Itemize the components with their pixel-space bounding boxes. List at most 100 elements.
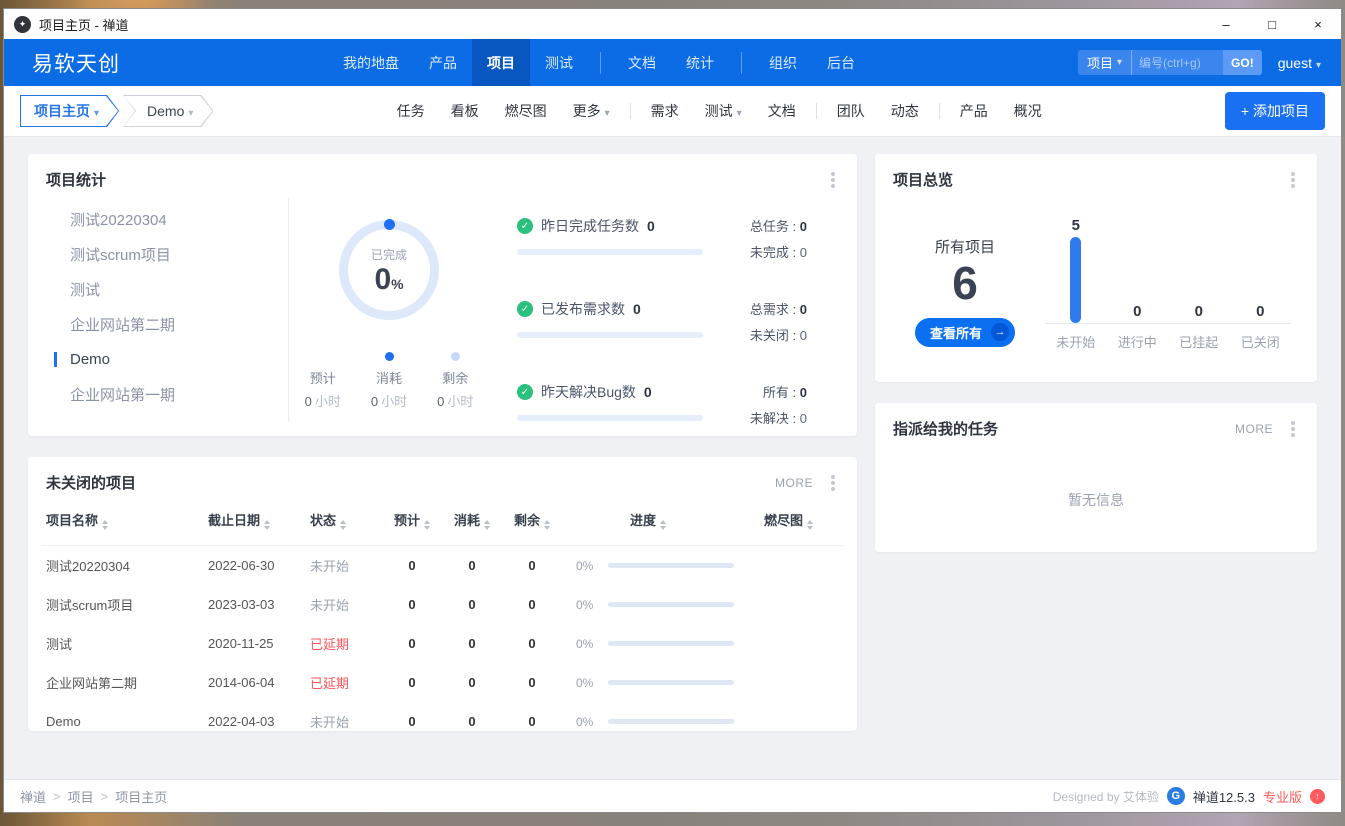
column-header[interactable]: 燃尽图 bbox=[734, 501, 843, 546]
main-menu-item[interactable]: 项目 bbox=[472, 39, 530, 86]
project-tab[interactable]: 看板 bbox=[438, 101, 492, 121]
project-list-item[interactable]: 测试 bbox=[42, 272, 288, 307]
table-row[interactable]: 测试scrum项目 2023-03-03 未开始 0 0 0 0% bbox=[42, 585, 843, 624]
table-row[interactable]: Demo 2022-04-03 未开始 0 0 0 0% bbox=[42, 702, 843, 741]
cell-project-name[interactable]: 企业网站第二期 bbox=[42, 663, 208, 702]
cell-project-name[interactable]: 测试20220304 bbox=[42, 546, 208, 586]
table-row[interactable]: 企业网站第二期 2014-06-04 已延期 0 0 0 0% bbox=[42, 663, 843, 702]
brand-logo[interactable]: 易软天创 bbox=[32, 48, 120, 78]
project-list-item[interactable]: 企业网站第二期 bbox=[42, 307, 288, 342]
sort-icon[interactable] bbox=[544, 517, 550, 533]
table-row[interactable]: 测试 2020-11-25 已延期 0 0 0 0% bbox=[42, 624, 843, 663]
kebab-menu-icon[interactable] bbox=[831, 178, 835, 182]
more-link[interactable]: MORE bbox=[775, 476, 813, 490]
crumb-current-project[interactable]: Demo bbox=[123, 95, 213, 127]
main-menu-item[interactable]: 后台 bbox=[812, 39, 870, 86]
view-all-button[interactable]: 查看所有 → bbox=[915, 318, 1015, 347]
edition-link[interactable]: 专业版 bbox=[1263, 787, 1302, 806]
table-row[interactable]: 测试20220304 2022-06-30 未开始 0 0 0 0% bbox=[42, 546, 843, 586]
main-menu-item[interactable]: 产品 bbox=[414, 39, 472, 86]
cell-burndown bbox=[734, 663, 843, 702]
column-header[interactable]: 消耗 bbox=[442, 501, 502, 546]
legend-item: 预计 0小时 bbox=[305, 352, 341, 410]
kebab-menu-icon[interactable] bbox=[1291, 178, 1295, 182]
project-tab[interactable]: 概况 bbox=[1001, 101, 1055, 121]
legend-value: 0小时 bbox=[371, 391, 407, 410]
summary-label: 昨日完成任务数 bbox=[541, 216, 639, 236]
footer-crumb[interactable]: > bbox=[101, 789, 109, 804]
legend-label: 剩余 bbox=[442, 368, 468, 387]
cell-project-name[interactable]: 测试 bbox=[42, 624, 208, 663]
project-tab[interactable]: 产品 bbox=[947, 101, 1001, 121]
project-tab[interactable]: 文档 bbox=[755, 101, 809, 121]
kebab-menu-icon[interactable] bbox=[1291, 427, 1295, 431]
project-tab[interactable]: 动态 bbox=[878, 101, 932, 121]
main-menu-item[interactable]: 测试 bbox=[530, 39, 588, 86]
sort-icon[interactable] bbox=[264, 517, 270, 533]
search-scope-dropdown[interactable]: 项目 bbox=[1078, 50, 1131, 75]
column-header[interactable]: 进度 bbox=[562, 501, 734, 546]
footer-crumb[interactable]: 项目主页 bbox=[115, 787, 167, 806]
unclosed-projects-card: 未关闭的项目 MORE 项目名称截止日期状态预计消耗剩余进度燃尽图 bbox=[28, 457, 857, 731]
main-menu-item[interactable]: 我的地盘 bbox=[328, 39, 414, 86]
zentao-app-icon: ✦ bbox=[14, 16, 31, 33]
project-list-item[interactable]: 企业网站第一期 bbox=[42, 377, 288, 412]
project-tab[interactable] bbox=[816, 103, 817, 119]
footer-crumb[interactable]: 项目 bbox=[68, 787, 94, 806]
minimize-button[interactable]: – bbox=[1203, 9, 1249, 39]
legend-label: 消耗 bbox=[376, 368, 402, 387]
column-header[interactable]: 预计 bbox=[382, 501, 442, 546]
maximize-button[interactable]: □ bbox=[1249, 9, 1295, 39]
main-menu-item[interactable]: 统计 bbox=[671, 39, 729, 86]
sort-icon[interactable] bbox=[484, 517, 490, 533]
status-bar-chart: 5000 未开始进行中已挂起已关闭 bbox=[1045, 202, 1291, 382]
project-tab[interactable] bbox=[630, 103, 631, 119]
project-tab[interactable] bbox=[939, 103, 940, 119]
project-tab[interactable]: 团队 bbox=[824, 101, 878, 121]
upgrade-icon[interactable]: ↑ bbox=[1310, 789, 1325, 804]
project-tab[interactable]: 测试 bbox=[692, 101, 755, 121]
main-content: 项目统计 测试20220304测试scrum项目测试企业网站第二期Demo企业网… bbox=[4, 137, 1341, 779]
page-toolbar: 项目主页 Demo 任务看板燃尽图更多需求测试文档团队动态产品概况 + 添加项目 bbox=[4, 86, 1341, 137]
version-link[interactable]: 禅道12.5.3 bbox=[1193, 787, 1255, 806]
summary-progress-bar bbox=[517, 415, 703, 421]
cell-consumed: 0 bbox=[442, 585, 502, 624]
close-button[interactable]: × bbox=[1295, 9, 1341, 39]
project-list-item[interactable]: Demo bbox=[42, 342, 288, 377]
column-header[interactable]: 项目名称 bbox=[42, 501, 208, 546]
footer-crumb[interactable]: 禅道 bbox=[20, 787, 46, 806]
sort-icon[interactable] bbox=[424, 517, 430, 533]
project-tab[interactable]: 燃尽图 bbox=[492, 101, 560, 121]
main-menu-item[interactable]: 文档 bbox=[613, 39, 671, 86]
column-header[interactable]: 剩余 bbox=[502, 501, 562, 546]
sort-icon[interactable] bbox=[340, 517, 346, 533]
sort-icon[interactable] bbox=[807, 517, 813, 533]
search-input[interactable] bbox=[1131, 50, 1223, 75]
cell-project-name[interactable]: 测试scrum项目 bbox=[42, 585, 208, 624]
kebab-menu-icon[interactable] bbox=[831, 481, 835, 485]
search-go-button[interactable]: GO! bbox=[1223, 50, 1262, 75]
project-list-item[interactable]: 测试scrum项目 bbox=[42, 237, 288, 272]
cell-deadline: 2014-06-04 bbox=[208, 663, 310, 702]
project-list-item[interactable]: 测试20220304 bbox=[42, 202, 288, 237]
crumb-project-home[interactable]: 项目主页 bbox=[20, 95, 119, 127]
main-menu-item[interactable] bbox=[600, 52, 601, 74]
column-header[interactable]: 状态 bbox=[310, 501, 382, 546]
title-bar: ✦ 项目主页 - 禅道 – □ × bbox=[4, 9, 1341, 39]
legend-dot-icon bbox=[385, 352, 394, 361]
project-tab[interactable]: 更多 bbox=[560, 101, 623, 121]
more-link[interactable]: MORE bbox=[1235, 422, 1273, 436]
cell-left: 0 bbox=[502, 702, 562, 741]
main-menu-item[interactable] bbox=[741, 52, 742, 74]
project-tab[interactable]: 任务 bbox=[384, 101, 438, 121]
cell-project-name[interactable]: Demo bbox=[42, 702, 208, 741]
sort-icon[interactable] bbox=[660, 517, 666, 533]
sort-icon[interactable] bbox=[102, 517, 108, 533]
chart-labels: 未开始进行中已挂起已关闭 bbox=[1045, 324, 1291, 351]
column-header[interactable]: 截止日期 bbox=[208, 501, 310, 546]
main-menu-item[interactable]: 组织 bbox=[754, 39, 812, 86]
user-menu[interactable]: guest bbox=[1278, 55, 1321, 71]
footer-crumb[interactable]: > bbox=[53, 789, 61, 804]
project-tab[interactable]: 需求 bbox=[638, 101, 692, 121]
add-project-button[interactable]: + 添加项目 bbox=[1225, 92, 1325, 130]
